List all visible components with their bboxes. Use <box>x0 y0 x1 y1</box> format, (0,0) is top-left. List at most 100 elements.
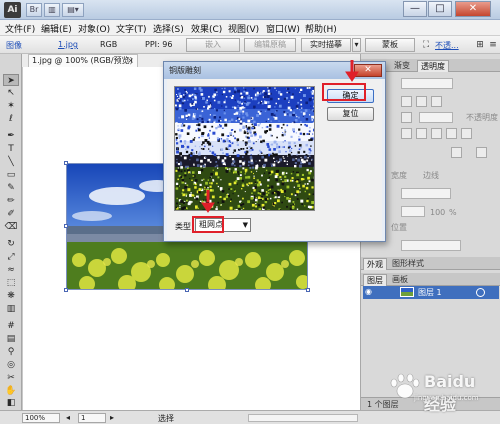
panel-option-box[interactable] <box>461 128 472 139</box>
panel-option-box[interactable] <box>431 128 442 139</box>
minimize-button[interactable]: — <box>403 1 427 17</box>
layer-row[interactable]: ◉ 图层 1 <box>363 286 499 299</box>
linked-file-link[interactable]: 1.jpg <box>58 40 78 49</box>
preview-speckle <box>313 166 314 170</box>
menu-select[interactable]: 选择(S) <box>153 22 184 35</box>
workspace-switcher-icon[interactable]: ▤▾ <box>62 3 84 17</box>
warp-tool-icon[interactable]: ≈ <box>3 264 19 276</box>
menu-window[interactable]: 窗口(W) <box>266 22 300 35</box>
paintbrush-tool-icon[interactable]: ✎ <box>3 182 19 194</box>
line-tool-icon[interactable]: ╲ <box>3 156 19 168</box>
horizontal-scrollbar[interactable] <box>248 414 358 422</box>
tab-graphic-styles[interactable]: 图形样式 <box>389 258 427 270</box>
preview-speckle <box>189 159 191 161</box>
menu-effect[interactable]: 效果(C) <box>191 22 222 35</box>
menu-view[interactable]: 视图(V) <box>228 22 259 35</box>
panel-option-box[interactable] <box>416 128 427 139</box>
zoom-field[interactable]: 100% <box>22 413 60 423</box>
live-trace-button[interactable]: 实时描摹 <box>301 38 351 52</box>
arrange-documents-icon[interactable]: ▥ <box>44 3 60 17</box>
tab-appearance[interactable]: 外观 <box>363 258 387 270</box>
preview-speckle <box>218 158 220 161</box>
preview-speckle <box>176 202 178 205</box>
panel-option-box[interactable] <box>446 128 457 139</box>
next-page-icon[interactable]: ▸ <box>110 413 114 422</box>
preview-speckle <box>222 127 224 129</box>
tab-gradient[interactable]: 渐变 <box>391 60 413 72</box>
blend-tool-icon[interactable]: ◎ <box>3 359 19 371</box>
eraser-tool-icon[interactable]: ⌫ <box>3 221 19 233</box>
blob-brush-tool-icon[interactable]: ✐ <box>3 208 19 220</box>
tab-artboards[interactable]: 画板 <box>389 274 411 286</box>
preview-speckle <box>219 196 222 198</box>
menu-help[interactable]: 帮助(H) <box>305 22 337 35</box>
prev-page-icon[interactable]: ◂ <box>66 413 70 422</box>
preview-speckle <box>252 126 254 129</box>
reset-button[interactable]: 复位 <box>327 107 374 121</box>
panel-option-box[interactable] <box>451 147 462 158</box>
panel-menu-icon[interactable]: ≡ <box>487 39 499 51</box>
selection-handle[interactable] <box>64 224 68 228</box>
eyedropper-tool-icon[interactable]: ⚲ <box>3 346 19 358</box>
align-icon[interactable]: ⊞ <box>474 39 486 51</box>
panel-option-box[interactable] <box>476 147 487 158</box>
lasso-tool-icon[interactable]: ℓ <box>3 113 19 125</box>
menu-object[interactable]: 对象(O) <box>78 22 110 35</box>
visibility-eye-icon[interactable]: ◉ <box>365 287 375 297</box>
preview-speckle <box>291 154 293 156</box>
close-button[interactable]: ✕ <box>455 1 491 17</box>
type-tool-icon[interactable]: T <box>3 143 19 155</box>
layer-target-icon[interactable] <box>476 288 485 297</box>
rotate-tool-icon[interactable]: ↻ <box>3 238 19 250</box>
panel-option-box[interactable] <box>431 96 442 107</box>
pencil-tool-icon[interactable]: ✏ <box>3 195 19 207</box>
panel-option-box[interactable] <box>416 96 427 107</box>
bridge-icon[interactable]: Br <box>26 3 42 17</box>
pen-tool-icon[interactable]: ✒ <box>3 130 19 142</box>
magic-wand-tool-icon[interactable]: ✶ <box>3 100 19 112</box>
transform-icon[interactable]: ⛶ <box>420 39 432 51</box>
maximize-button[interactable]: □ <box>428 1 452 17</box>
panel-field[interactable] <box>401 240 461 251</box>
embed-button[interactable]: 嵌入 <box>186 38 240 52</box>
fill-stroke-swatch-icon[interactable]: ◧ <box>3 397 19 409</box>
opacity-field[interactable] <box>419 112 453 123</box>
selection-handle[interactable] <box>64 161 68 165</box>
tab-layers[interactable]: 图层 <box>363 274 387 286</box>
selection-handle[interactable] <box>64 288 68 292</box>
opacity-link[interactable]: 不透... <box>435 40 459 51</box>
direct-selection-tool-icon[interactable]: ↖ <box>3 87 19 99</box>
live-trace-options-icon[interactable]: ▾ <box>352 38 361 52</box>
layer-name[interactable]: 图层 1 <box>418 287 442 298</box>
graph-tool-icon[interactable]: ▥ <box>3 303 19 315</box>
panel-field[interactable] <box>401 188 451 199</box>
scissors-tool-icon[interactable]: ✂ <box>3 372 19 384</box>
menu-type[interactable]: 文字(T) <box>116 22 147 35</box>
rectangle-tool-icon[interactable]: ▭ <box>3 169 19 181</box>
blend-mode-select[interactable] <box>401 78 453 89</box>
symbol-sprayer-tool-icon[interactable]: ❋ <box>3 290 19 302</box>
document-tab[interactable]: 1.jpg @ 100% (RGB/预览) × <box>28 54 138 67</box>
panel-option-box[interactable] <box>401 128 412 139</box>
page-field[interactable]: 1 <box>78 413 106 423</box>
close-tab-icon[interactable]: × <box>127 55 134 67</box>
selection-handle[interactable] <box>185 288 189 292</box>
free-transform-tool-icon[interactable]: ⬚ <box>3 277 19 289</box>
scale-tool-icon[interactable]: ⤢ <box>3 251 19 263</box>
menu-edit[interactable]: 编辑(E) <box>41 22 72 35</box>
edit-original-button[interactable]: 编辑原稿 <box>244 38 296 52</box>
menu-file[interactable]: 文件(F) <box>5 22 35 35</box>
hand-tool-icon[interactable]: ✋ <box>3 385 19 397</box>
gradient-tool-icon[interactable]: ▤ <box>3 333 19 345</box>
dialog-close-button[interactable]: ✕ <box>354 64 382 77</box>
mesh-tool-icon[interactable]: # <box>3 320 19 332</box>
selection-handle[interactable] <box>306 288 310 292</box>
tab-transparency[interactable]: 透明度 <box>417 60 449 72</box>
panel-option-box[interactable] <box>401 96 412 107</box>
preview-speckle <box>202 199 205 201</box>
panel-field[interactable] <box>401 206 425 217</box>
panel-option-box[interactable] <box>401 112 412 123</box>
mask-button[interactable]: 蒙板 <box>365 38 415 52</box>
selection-tool-icon[interactable]: ➤ <box>3 74 19 86</box>
preview-speckle <box>288 141 291 145</box>
